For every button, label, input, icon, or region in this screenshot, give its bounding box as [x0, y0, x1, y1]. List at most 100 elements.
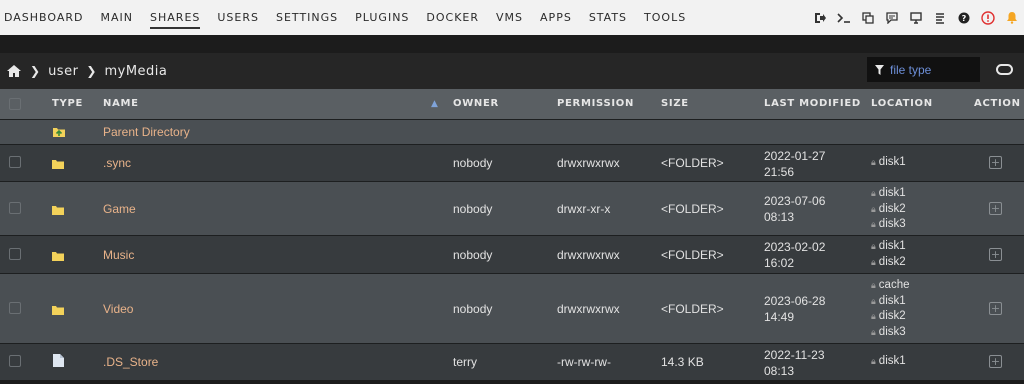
nav-item-stats[interactable]: STATS [589, 0, 627, 35]
top-nav: DASHBOARD MAIN SHARES USERS SETTINGS PLU… [0, 0, 1024, 35]
lock-icon: 🔒︎ [871, 203, 876, 214]
nav-item-vms[interactable]: VMS [496, 0, 523, 35]
nav-menu: DASHBOARD MAIN SHARES USERS SETTINGS PLU… [0, 0, 703, 35]
modified-date: 2022-11-23 [764, 348, 825, 362]
header-action: ACTION [974, 98, 1021, 109]
action-plus-icon[interactable]: + [989, 355, 1002, 368]
owner: nobody [453, 302, 493, 316]
nav-item-shares[interactable]: SHARES [150, 0, 201, 35]
nav-item-tools[interactable]: TOOLS [644, 0, 686, 35]
folder-icon [52, 250, 64, 264]
terminal-icon[interactable] [832, 0, 856, 35]
table-row[interactable]: Game nobody drwxr-xr-x <FOLDER> 2023-07-… [0, 181, 1024, 235]
table-row[interactable]: .sync nobody drwxrwxrwx <FOLDER> 2022-01… [0, 144, 1024, 181]
parent-directory-link[interactable]: Parent Directory [103, 125, 190, 139]
file-name[interactable]: Music [103, 248, 134, 262]
location-item: disk1 [878, 294, 906, 307]
lock-icon: 🔒︎ [871, 295, 876, 306]
size: 14.3 KB [661, 355, 704, 369]
modified-time: 08:13 [764, 364, 795, 378]
folder-up-icon [52, 125, 66, 141]
filter-box [867, 57, 980, 82]
power-icon[interactable] [976, 0, 1000, 35]
header-permission[interactable]: PERMISSION [557, 89, 634, 119]
permission: -rw-rw-rw- [557, 355, 611, 369]
header-location[interactable]: LOCATION [871, 89, 933, 119]
location-item: disk2 [878, 310, 906, 322]
modified-date: 2022-01-27 [764, 149, 826, 163]
folder-icon [52, 304, 64, 318]
chevron-right-icon: ❯ [86, 64, 97, 78]
file-icon [53, 354, 64, 370]
row-checkbox[interactable] [9, 156, 21, 168]
view-toggle-icon[interactable] [996, 64, 1013, 75]
location-list: 🔒︎ disk1 🔒︎ disk2 [871, 239, 906, 270]
table-row[interactable]: Music nobody drwxrwxrwx <FOLDER> 2023-02… [0, 235, 1024, 273]
nav-item-settings[interactable]: SETTINGS [276, 0, 338, 35]
header-last-modified[interactable]: LAST MODIFIED [764, 89, 861, 119]
monitor-icon[interactable] [904, 0, 928, 35]
parent-directory-row[interactable]: Parent Directory [0, 119, 1024, 144]
nav-item-docker[interactable]: DOCKER [426, 0, 479, 35]
help-icon[interactable]: ? [952, 0, 976, 35]
table-row[interactable]: .DS_Store terry -rw-rw-rw- 14.3 KB 2022-… [0, 343, 1024, 380]
row-checkbox[interactable] [9, 302, 21, 314]
logout-icon[interactable] [808, 0, 832, 35]
location-list: 🔒︎ disk1 [871, 354, 906, 370]
owner: terry [453, 355, 477, 369]
last-modified: 2022-11-23 08:13 [764, 347, 825, 379]
action-plus-icon[interactable]: + [989, 248, 1002, 261]
size: <FOLDER> [661, 202, 724, 216]
file-name[interactable]: Video [103, 302, 133, 316]
header-owner[interactable]: OWNER [453, 89, 499, 119]
row-checkbox[interactable] [9, 202, 21, 214]
lock-icon: 🔒︎ [871, 219, 876, 229]
copy-icon[interactable] [856, 0, 880, 35]
file-name[interactable]: .DS_Store [103, 355, 158, 369]
folder-icon [52, 158, 64, 172]
location-item: disk3 [878, 325, 906, 338]
svg-text:?: ? [962, 14, 967, 23]
select-all-checkbox[interactable] [9, 98, 21, 110]
lock-icon: 🔒︎ [871, 188, 876, 198]
action-plus-icon[interactable]: + [989, 156, 1002, 169]
header-name[interactable]: NAME [103, 89, 139, 119]
table-row[interactable]: Video nobody drwxrwxrwx <FOLDER> 2023-06… [0, 273, 1024, 343]
nav-item-users[interactable]: USERS [217, 0, 259, 35]
size: <FOLDER> [661, 248, 724, 262]
owner: nobody [453, 202, 493, 216]
header-type[interactable]: TYPE [52, 89, 83, 119]
lock-icon: 🔒︎ [871, 356, 876, 366]
log-icon[interactable] [928, 0, 952, 35]
feedback-icon[interactable] [880, 0, 904, 35]
lock-icon: 🔒︎ [871, 311, 876, 321]
file-name[interactable]: Game [103, 202, 136, 216]
home-icon[interactable] [6, 64, 22, 78]
size: <FOLDER> [661, 156, 724, 170]
permission: drwxrwxrwx [557, 248, 620, 262]
nav-item-apps[interactable]: APPS [540, 0, 572, 35]
row-checkbox[interactable] [9, 355, 21, 367]
location-item: disk1 [878, 240, 906, 252]
header-size[interactable]: SIZE [661, 89, 689, 119]
owner: nobody [453, 156, 493, 170]
lock-icon: 🔒︎ [871, 157, 876, 167]
breadcrumb-item-user[interactable]: user [48, 64, 78, 79]
action-plus-icon[interactable]: + [989, 202, 1002, 215]
nav-item-main[interactable]: MAIN [101, 0, 134, 35]
row-checkbox[interactable] [9, 248, 21, 260]
nav-item-dashboard[interactable]: DASHBOARD [4, 0, 84, 35]
action-plus-icon[interactable]: + [989, 302, 1002, 315]
lock-icon: 🔒︎ [871, 256, 876, 267]
file-name[interactable]: .sync [103, 156, 131, 170]
modified-time: 21:56 [764, 165, 795, 179]
filter-input[interactable] [890, 62, 970, 77]
location-item: disk2 [878, 202, 906, 215]
nav-item-plugins[interactable]: PLUGINS [355, 0, 409, 35]
modified-time: 16:02 [764, 256, 795, 270]
bell-icon[interactable] [1000, 0, 1024, 35]
size: <FOLDER> [661, 302, 724, 316]
modified-time: 08:13 [764, 210, 795, 224]
modified-date: 2023-06-28 [764, 294, 826, 308]
breadcrumb-item-mymedia[interactable]: myMedia [104, 64, 167, 79]
